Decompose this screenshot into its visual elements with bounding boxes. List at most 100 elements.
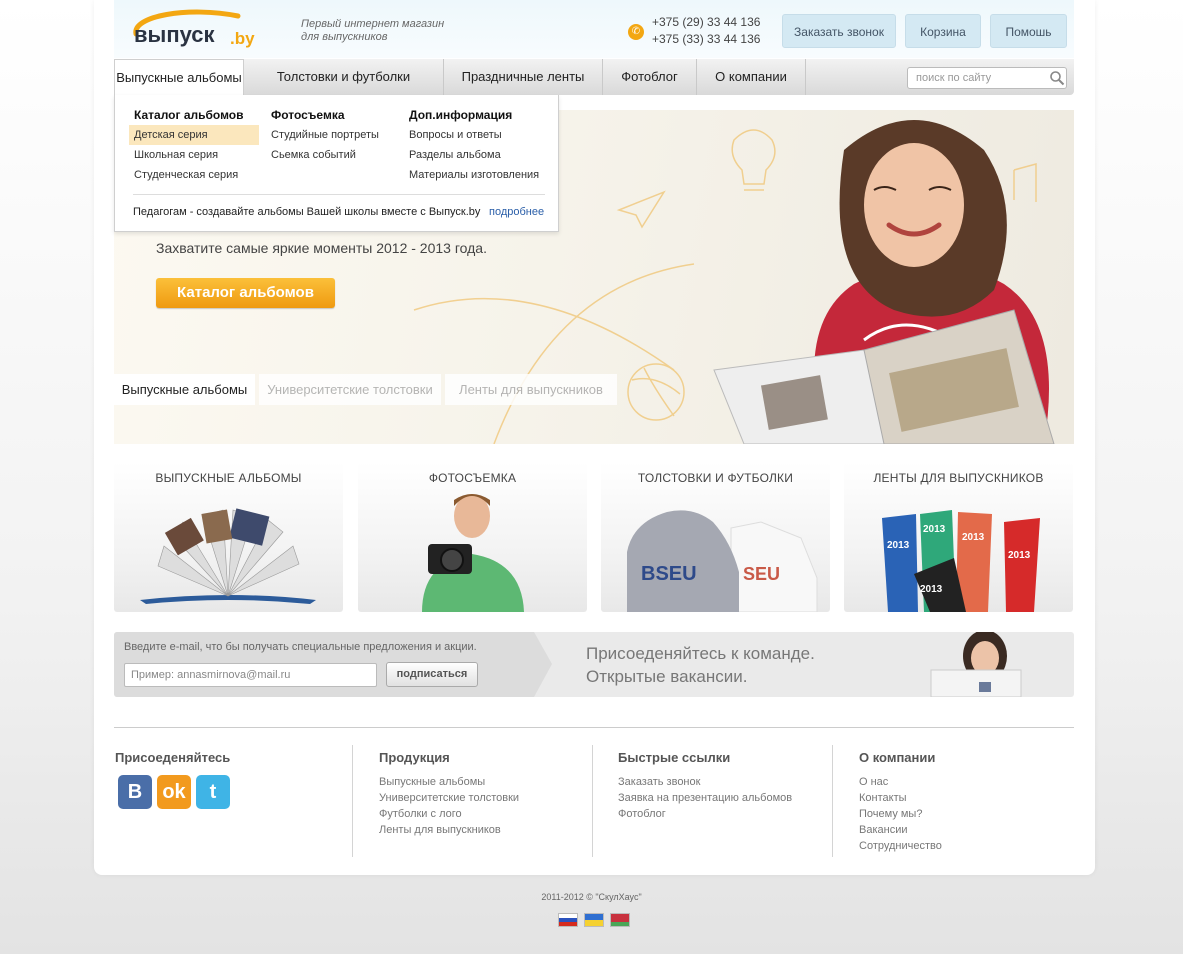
twitter-icon[interactable]: t bbox=[196, 775, 230, 809]
strip-arrow bbox=[530, 632, 552, 697]
category-card-ribbons[interactable]: ЛЕНТЫ ДЛЯ ВЫПУСКНИКОВ 2013 2013 2013 201… bbox=[844, 462, 1073, 612]
join-line-1: Присоеденяйтесь к команде. bbox=[586, 644, 815, 663]
phone-1: +375 (29) 33 44 136 bbox=[652, 15, 761, 29]
nav-item-photoblog[interactable]: Фотоблог bbox=[603, 59, 697, 95]
category-card-albums[interactable]: ВЫПУСКНЫЕ АЛЬБОМЫ bbox=[114, 462, 343, 612]
hero-tab-hoodies[interactable]: Университетские толстовки bbox=[259, 374, 441, 405]
vacancies-girl-image bbox=[930, 632, 1022, 697]
odnoklassniki-icon[interactable]: ok bbox=[157, 775, 191, 809]
cart-button[interactable]: Корзина bbox=[905, 14, 981, 48]
svg-text:.by: .by bbox=[230, 29, 255, 48]
ribbons-image: 2013 2013 2013 2013 2013 bbox=[882, 510, 1040, 612]
dropdown-item-studio[interactable]: Студийные портреты bbox=[266, 125, 396, 145]
footer-company-title: О компании bbox=[859, 750, 936, 765]
category-title: ЛЕНТЫ ДЛЯ ВЫПУСКНИКОВ bbox=[873, 471, 1044, 485]
dropdown-item-events[interactable]: Сьемка событий bbox=[266, 145, 396, 165]
hero-subtitle: Захватите самые яркие моменты 2012 - 201… bbox=[156, 240, 487, 256]
footer-link[interactable]: Заявка на презентацию альбомов bbox=[618, 790, 832, 806]
footer-divider bbox=[114, 727, 1074, 728]
hero-tab-ribbons[interactable]: Ленты для выпускников bbox=[445, 374, 617, 405]
dropdown-divider bbox=[133, 194, 545, 195]
svg-text:2013: 2013 bbox=[1008, 550, 1031, 561]
nav-item-about[interactable]: О компании bbox=[697, 59, 806, 95]
copyright: 2011-2012 © "СкулХаус" bbox=[541, 892, 642, 902]
main-nav: Выпускные альбомы Толстовки и футболки П… bbox=[114, 59, 1074, 95]
dropdown-heading[interactable]: Каталог альбомов bbox=[129, 105, 259, 125]
svg-text:выпуск: выпуск bbox=[134, 22, 216, 47]
subscribe-hint: Введите e-mail, что бы получать специаль… bbox=[124, 641, 477, 653]
join-team-link[interactable]: Присоеденяйтесь к команде. Открытые вака… bbox=[586, 642, 815, 688]
footer-link[interactable]: Фотоблог bbox=[618, 806, 832, 822]
footer-link[interactable]: О нас bbox=[859, 774, 1074, 790]
dropdown-heading[interactable]: Фотосъемка bbox=[266, 105, 396, 125]
category-title: ТОЛСТОВКИ И ФУТБОЛКИ bbox=[637, 471, 794, 485]
hero-girl-image bbox=[713, 120, 1055, 444]
footer-col-links: Быстрые ссылки Заказать звонок Заявка на… bbox=[592, 745, 832, 857]
category-title: ВЫПУСКНЫЕ АЛЬБОМЫ bbox=[155, 471, 302, 485]
nav-item-ribbons[interactable]: Праздничные ленты bbox=[444, 59, 603, 95]
nav-item-hoodies[interactable]: Толстовки и футболки bbox=[244, 59, 444, 95]
nav-item-albums[interactable]: Выпускные альбомы bbox=[114, 59, 244, 95]
header: выпуск .by Первый интернет магазин для в… bbox=[114, 0, 1074, 58]
dropdown-item-materials[interactable]: Материалы изготовления bbox=[404, 165, 554, 185]
dropdown-item-sections[interactable]: Разделы альбома bbox=[404, 145, 554, 165]
footer-link[interactable]: Почему мы? bbox=[859, 806, 1074, 822]
dropdown-col-photo: Фотосъемка Студийные портреты Сьемка соб… bbox=[266, 105, 396, 165]
svg-text:2013: 2013 bbox=[923, 524, 946, 535]
tagline: Первый интернет магазин для выпускников bbox=[301, 18, 461, 44]
tagline-line-1: Первый интернет магазин bbox=[301, 18, 445, 30]
category-card-photo[interactable]: ФОТОСЪЕМКА bbox=[358, 462, 587, 612]
album-book-image bbox=[140, 508, 316, 604]
category-card-hoodies[interactable]: ТОЛСТОВКИ И ФУТБОЛКИ SEU BSEU bbox=[601, 462, 830, 612]
albums-dropdown-menu: Каталог альбомов Детская серия Школьная … bbox=[114, 95, 559, 232]
phone-icon: ✆ bbox=[628, 24, 644, 40]
footer-links-title: Быстрые ссылки bbox=[618, 750, 731, 765]
footer-link[interactable]: Контакты bbox=[859, 790, 1074, 806]
help-button[interactable]: Помошь bbox=[990, 14, 1067, 48]
category-title: ФОТОСЪЕМКА bbox=[428, 471, 517, 485]
russian-flag-icon[interactable] bbox=[558, 913, 578, 927]
footer-link[interactable]: Университетские толстовки bbox=[379, 790, 592, 806]
search-icon[interactable] bbox=[1049, 70, 1065, 86]
svg-text:2013: 2013 bbox=[920, 584, 943, 595]
svg-text:2013: 2013 bbox=[962, 532, 985, 543]
photographer-image bbox=[422, 494, 524, 612]
footer-col-company: О компании О нас Контакты Почему мы? Вак… bbox=[832, 745, 1074, 857]
phone-2: +375 (33) 33 44 136 bbox=[652, 32, 761, 46]
dropdown-item-school[interactable]: Школьная серия bbox=[129, 145, 259, 165]
dropdown-teachers-text: Педагогам - создавайте альбомы Вашей шко… bbox=[133, 206, 481, 218]
svg-text:2013: 2013 bbox=[887, 540, 910, 551]
tagline-line-2: для выпускников bbox=[301, 31, 388, 43]
ukrainian-flag-icon[interactable] bbox=[584, 913, 604, 927]
dropdown-col-catalog: Каталог альбомов Детская серия Школьная … bbox=[129, 105, 259, 185]
footer-join-title: Присоеденяйтесь bbox=[115, 750, 231, 765]
dropdown-more-link[interactable]: подробнее bbox=[489, 206, 544, 218]
dropdown-item-kids[interactable]: Детская серия bbox=[129, 125, 259, 145]
svg-text:BSEU: BSEU bbox=[641, 563, 697, 585]
join-line-2: Открытые вакансии. bbox=[586, 667, 748, 686]
dropdown-col-info: Доп.информация Вопросы и ответы Разделы … bbox=[404, 105, 554, 185]
search-input[interactable]: поиск по сайту bbox=[907, 67, 1067, 89]
site-logo[interactable]: выпуск .by bbox=[128, 8, 278, 50]
dropdown-item-student[interactable]: Студенческая серия bbox=[129, 165, 259, 185]
footer-col-products: Продукция Выпускные альбомы Университетс… bbox=[352, 745, 592, 857]
callback-button[interactable]: Заказать звонок bbox=[782, 14, 896, 48]
email-field[interactable]: Пример: annasmirnova@mail.ru bbox=[124, 663, 377, 687]
phone-numbers: +375 (29) 33 44 136 +375 (33) 33 44 136 bbox=[652, 14, 760, 48]
footer-link[interactable]: Ленты для выпускников bbox=[379, 822, 592, 838]
footer-link[interactable]: Выпускные альбомы bbox=[379, 774, 592, 790]
footer-link[interactable]: Футболки с лого bbox=[379, 806, 592, 822]
footer-link[interactable]: Сотрудничество bbox=[859, 838, 1074, 854]
footer-link[interactable]: Вакансии bbox=[859, 822, 1074, 838]
vk-icon[interactable]: B bbox=[118, 775, 152, 809]
footer-products-title: Продукция bbox=[379, 750, 450, 765]
subscribe-button[interactable]: подписаться bbox=[386, 662, 478, 687]
belarusian-flag-icon[interactable] bbox=[610, 913, 630, 927]
subscribe-strip: Введите e-mail, что бы получать специаль… bbox=[114, 632, 1074, 697]
footer-link[interactable]: Заказать звонок bbox=[618, 774, 832, 790]
dropdown-item-faq[interactable]: Вопросы и ответы bbox=[404, 125, 554, 145]
svg-text:SEU: SEU bbox=[743, 564, 780, 584]
dropdown-heading[interactable]: Доп.информация bbox=[404, 105, 554, 125]
hero-tab-albums[interactable]: Выпускные альбомы bbox=[114, 374, 255, 405]
catalog-button[interactable]: Каталог альбомов bbox=[156, 278, 335, 308]
